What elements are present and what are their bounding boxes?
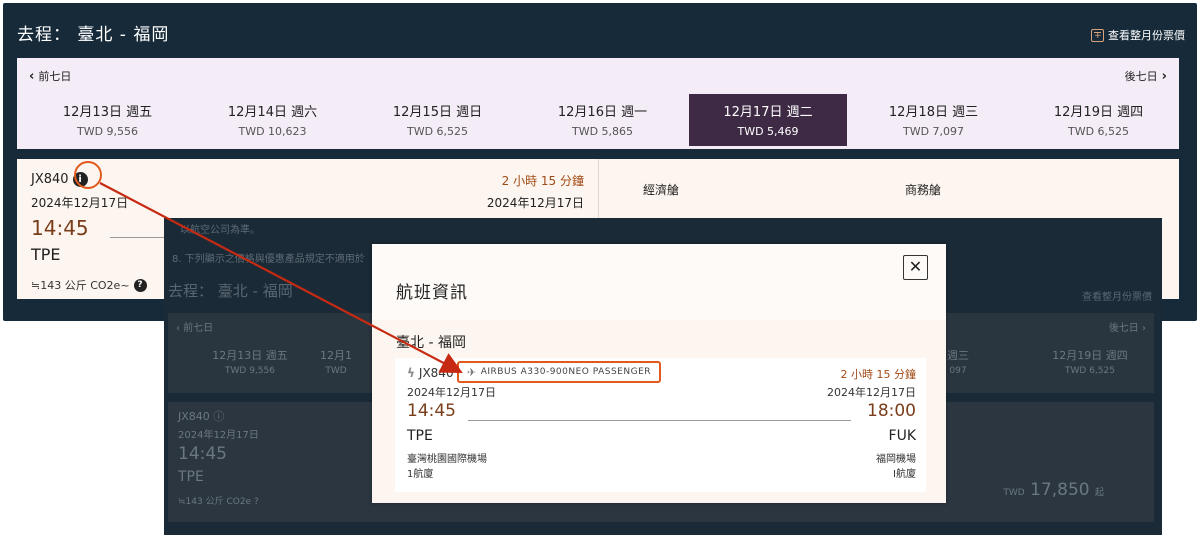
page: 去程： 臺北 - 福岡 查看整月份票價 ‹ 前七日 後七日 › 12月13日 週…: [0, 0, 1200, 538]
annotation-arrow: [99, 182, 463, 374]
